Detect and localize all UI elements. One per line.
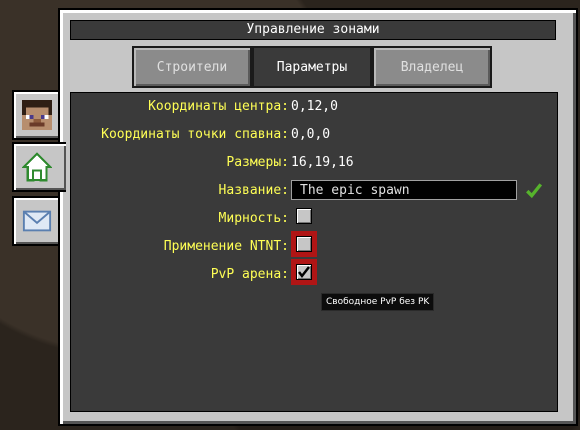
pvp-tooltip: Свободное PvP без PK (321, 293, 435, 311)
pvp-checkbox-wrap (291, 259, 317, 285)
confirm-check-icon[interactable] (525, 181, 543, 199)
peace-checkbox-wrap (291, 203, 317, 229)
peace-row: Мирность: (71, 208, 557, 229)
tab-builders[interactable]: Строители (132, 46, 252, 88)
checkmark-icon (298, 266, 310, 279)
peace-label: Мирность: (218, 211, 289, 226)
tnt-checkbox-wrap (291, 231, 317, 257)
spawn-row: Координаты точки спавна: 0,0,0 (71, 125, 557, 145)
size-value: 16,19,16 (291, 155, 354, 170)
peace-checkbox[interactable] (296, 208, 312, 224)
size-row: Размеры: 16,19,16 (71, 153, 557, 173)
tab-bar: Строители Параметры Владелец (132, 46, 492, 88)
side-tab-home[interactable] (12, 142, 66, 192)
pvp-checkbox[interactable] (296, 264, 312, 280)
player-face-icon (22, 100, 52, 130)
side-tab-profile[interactable] (12, 90, 62, 140)
tnt-label: Применение NTNT: (163, 239, 289, 254)
center-value: 0,12,0 (291, 99, 338, 114)
center-label: Координаты центра: (148, 99, 289, 114)
parameters-panel: Координаты центра: 0,12,0 Координаты точ… (70, 92, 558, 412)
pvp-row: PvP арена: (71, 259, 557, 285)
size-label: Размеры: (226, 155, 289, 170)
window-title: Управление зонами (70, 20, 556, 40)
envelope-icon (22, 210, 52, 232)
home-icon (22, 152, 52, 182)
zone-management-window: Управление зонами Строители Параметры Вл… (58, 8, 578, 426)
center-row: Координаты центра: 0,12,0 (71, 97, 557, 117)
tnt-row: Применение NTNT: (71, 231, 557, 257)
name-input[interactable]: The epic spawn (291, 180, 517, 200)
pvp-label: PvP арена: (210, 267, 289, 282)
tnt-checkbox[interactable] (296, 236, 312, 252)
tab-owner[interactable]: Владелец (372, 46, 492, 88)
spawn-value: 0,0,0 (291, 127, 331, 142)
side-tab-messages[interactable] (12, 196, 62, 246)
name-label: Название: (218, 183, 289, 198)
tab-parameters[interactable]: Параметры (252, 46, 372, 88)
spawn-label: Координаты точки спавна: (101, 127, 289, 142)
name-row: Название: The epic spawn (71, 180, 557, 201)
